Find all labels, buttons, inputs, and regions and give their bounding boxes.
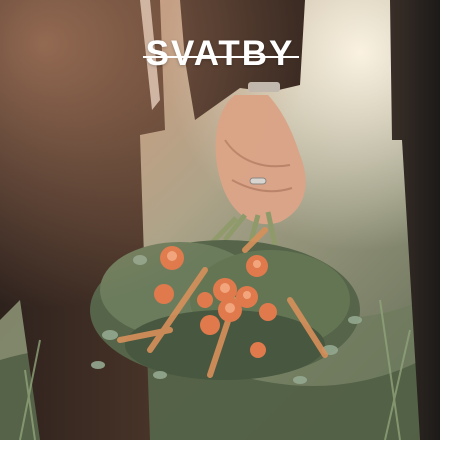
category-card-weddings[interactable]: SVATBY (0, 0, 440, 440)
card-title: SVATBY (145, 34, 295, 73)
title-underline-decoration (143, 56, 299, 58)
